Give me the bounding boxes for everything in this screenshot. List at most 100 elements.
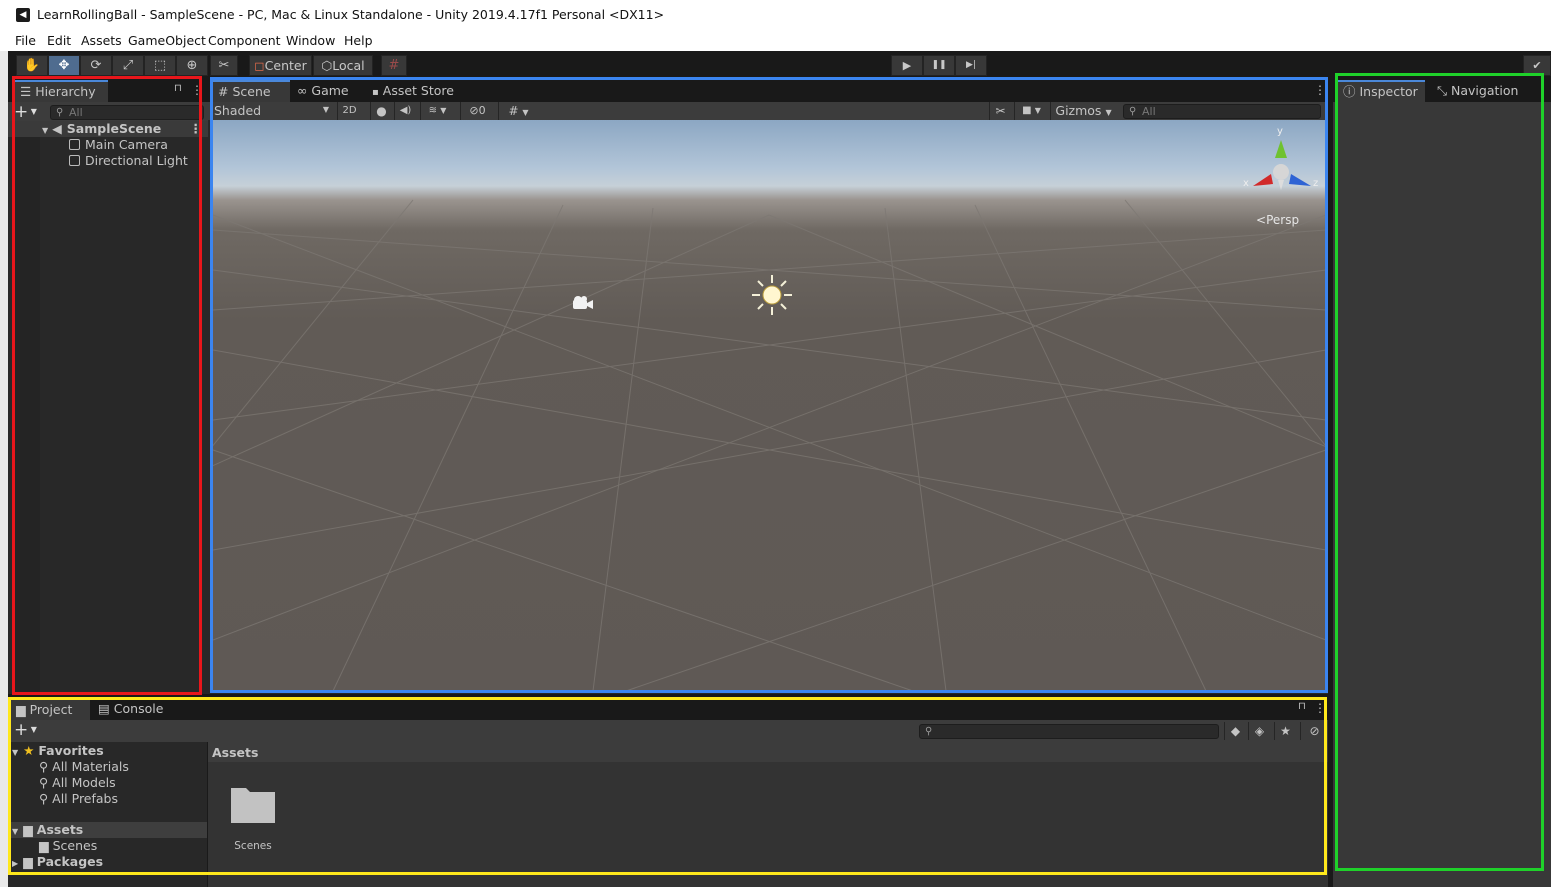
chevron-down-icon: ▼ bbox=[440, 106, 447, 115]
tab-console[interactable]: ▤ Console bbox=[92, 698, 168, 720]
snap-settings-button[interactable]: # bbox=[381, 55, 407, 76]
tab-scene[interactable]: # Scene bbox=[212, 80, 290, 102]
hierarchy-item[interactable]: Main Camera bbox=[8, 137, 168, 153]
create-button[interactable]: + ▼ bbox=[14, 102, 37, 122]
menu-help[interactable]: Help bbox=[344, 33, 373, 48]
tab-project-label: Project bbox=[29, 702, 73, 717]
menu-file[interactable]: File bbox=[15, 33, 36, 48]
projection-toggle[interactable]: <Persp bbox=[1256, 213, 1299, 227]
lock-icon[interactable]: ⊓ bbox=[1298, 701, 1306, 712]
chevron-down-icon: ▼ bbox=[522, 108, 529, 117]
tools-button[interactable]: ✂ bbox=[989, 102, 1011, 120]
lightbulb-icon: ● bbox=[376, 104, 387, 118]
hierarchy-gutter bbox=[14, 123, 40, 694]
draw-mode-dropdown[interactable]: Shaded ▼ bbox=[214, 103, 329, 119]
panel-menu-icon[interactable]: ⋮ bbox=[1314, 83, 1326, 97]
create-button[interactable]: + ▼ bbox=[14, 720, 37, 740]
packages-node[interactable]: ▶ ▆ Packages bbox=[12, 854, 103, 870]
unity-icon: ◀ bbox=[16, 8, 30, 22]
favorite-item[interactable]: ⚲ All Materials bbox=[39, 759, 129, 775]
search-by-label-button[interactable]: ◈ bbox=[1248, 722, 1270, 740]
hierarchy-tabbar: ☰ Hierarchy ⊓ ⋮ bbox=[8, 80, 208, 102]
sun-icon[interactable] bbox=[751, 274, 793, 316]
open-folder-icon: ▆ bbox=[23, 822, 33, 837]
hidden-packages-toggle[interactable]: ⊘ bbox=[1300, 722, 1328, 740]
transform-tool-button[interactable]: ⊕ bbox=[176, 55, 208, 76]
tab-asset-store[interactable]: ▪ Asset Store bbox=[366, 80, 466, 102]
scale-tool-button[interactable]: ⤢ bbox=[112, 55, 144, 76]
wrench-icon: ✂ bbox=[995, 104, 1006, 118]
menu-edit[interactable]: Edit bbox=[47, 33, 71, 48]
step-button[interactable]: ▶| bbox=[955, 55, 987, 76]
favorite-item[interactable]: ⚲ All Prefabs bbox=[39, 791, 118, 807]
rotate-tool-button[interactable]: ⟳ bbox=[80, 55, 112, 76]
chevron-down-icon: ▼ bbox=[28, 107, 37, 116]
chevron-down-icon: ▼ bbox=[1105, 108, 1112, 117]
lock-icon[interactable]: ⊓ bbox=[174, 83, 182, 94]
scene-menu-icon[interactable]: ⋮ bbox=[190, 121, 203, 137]
eye-slash-icon: ⊘ bbox=[1309, 724, 1320, 738]
menu-assets[interactable]: Assets bbox=[81, 33, 122, 48]
hidden-count: 0 bbox=[478, 104, 486, 117]
lighting-toggle[interactable]: ● bbox=[370, 102, 392, 120]
favorites-node[interactable]: ▼ ★ Favorites bbox=[12, 743, 104, 759]
hierarchy-search-input[interactable]: ⚲ All bbox=[50, 105, 204, 120]
play-button[interactable]: ▶ bbox=[891, 55, 923, 76]
tab-hierarchy[interactable]: ☰ Hierarchy bbox=[14, 80, 108, 102]
custom-editor-tool-button[interactable]: ✂ bbox=[210, 55, 238, 76]
scene-tabbar: # Scene ∞ Game ▪ Asset Store ⋮ bbox=[208, 80, 1328, 102]
perspective-icon: < bbox=[1256, 213, 1267, 227]
hierarchy-panel: ☰ Hierarchy ⊓ ⋮ + ▼ ⚲ All ▼ ◀ SampleScene ⋮… bbox=[8, 80, 208, 694]
folder-label: Scenes bbox=[52, 838, 98, 853]
move-tool-button[interactable]: ✥ bbox=[48, 55, 80, 76]
favorite-item[interactable]: ⚲ All Models bbox=[39, 775, 116, 791]
hand-tool-button[interactable]: ✋ bbox=[16, 55, 48, 76]
tab-inspector[interactable]: ⓘ Inspector bbox=[1337, 80, 1425, 102]
search-icon: ⚲ bbox=[56, 107, 64, 118]
search-by-type-button[interactable]: ◆ bbox=[1224, 722, 1246, 740]
pivot-rotation-toggle[interactable]: ⬡Local bbox=[313, 55, 373, 76]
asset-folder-item[interactable]: Scenes bbox=[228, 782, 278, 852]
pivot-mode-toggle[interactable]: ◻Center bbox=[249, 55, 312, 76]
favorite-button[interactable]: ★ bbox=[1274, 722, 1296, 740]
toggle-2d-button[interactable]: 2D bbox=[337, 102, 361, 120]
orientation-gizmo[interactable]: y x z bbox=[1243, 126, 1318, 196]
scene-search-input[interactable]: ⚲ All bbox=[1123, 104, 1321, 119]
hidden-objects-toggle[interactable]: ⊘0 bbox=[460, 102, 494, 120]
tab-navigation[interactable]: ⤡ Navigation bbox=[1431, 80, 1541, 102]
axis-x-label: x bbox=[1243, 178, 1249, 189]
gizmos-dropdown[interactable]: Gizmos ▼ bbox=[1050, 102, 1116, 120]
menu-window[interactable]: Window bbox=[286, 33, 335, 48]
scene-row[interactable]: ▼ ◀ SampleScene ⋮ bbox=[8, 121, 208, 137]
project-search-input[interactable]: ⚲ bbox=[919, 724, 1219, 739]
grid-dropdown[interactable]: # ▼ bbox=[498, 102, 538, 120]
gizmos-label: Gizmos bbox=[1055, 103, 1102, 118]
camera-dropdown[interactable]: ■ ▼ bbox=[1014, 102, 1048, 120]
tab-hierarchy-label: Hierarchy bbox=[35, 84, 96, 99]
rect-tool-button[interactable]: ⬚ bbox=[144, 55, 176, 76]
scale-icon: ⤢ bbox=[122, 58, 134, 73]
camera-icon[interactable] bbox=[571, 294, 595, 312]
local-cube-icon: ⬡ bbox=[321, 58, 333, 73]
menu-gameobject[interactable]: GameObject bbox=[128, 33, 206, 48]
star-icon: ★ bbox=[1280, 724, 1291, 738]
navigation-icon: ⤡ bbox=[1437, 83, 1448, 98]
pause-button[interactable]: ❚❚ bbox=[923, 55, 955, 76]
effects-dropdown[interactable]: ≋ ▼ bbox=[420, 102, 454, 120]
scene-viewport[interactable]: y x z <Persp bbox=[213, 120, 1326, 691]
menu-component[interactable]: Component bbox=[208, 33, 281, 48]
breadcrumb-assets[interactable]: Assets bbox=[212, 745, 258, 760]
panel-menu-icon[interactable]: ⋮ bbox=[191, 83, 203, 97]
filter-type-icon: ◆ bbox=[1230, 724, 1241, 738]
scene-name: SampleScene bbox=[66, 121, 162, 136]
audio-toggle[interactable]: ◀) bbox=[394, 102, 416, 120]
tab-game[interactable]: ∞ Game bbox=[291, 80, 359, 102]
collab-button[interactable]: ✔ bbox=[1523, 55, 1551, 76]
assets-node[interactable]: ▼ ▆ Assets bbox=[8, 822, 207, 838]
panel-menu-icon[interactable]: ⋮ bbox=[1314, 701, 1326, 715]
hierarchy-item[interactable]: Directional Light bbox=[8, 153, 188, 169]
tag-icon: ◈ bbox=[1254, 724, 1265, 738]
axis-z-label: z bbox=[1313, 178, 1319, 189]
tab-project[interactable]: ▆ Project bbox=[10, 698, 90, 720]
folder-item[interactable]: ▆ Scenes bbox=[39, 838, 97, 854]
